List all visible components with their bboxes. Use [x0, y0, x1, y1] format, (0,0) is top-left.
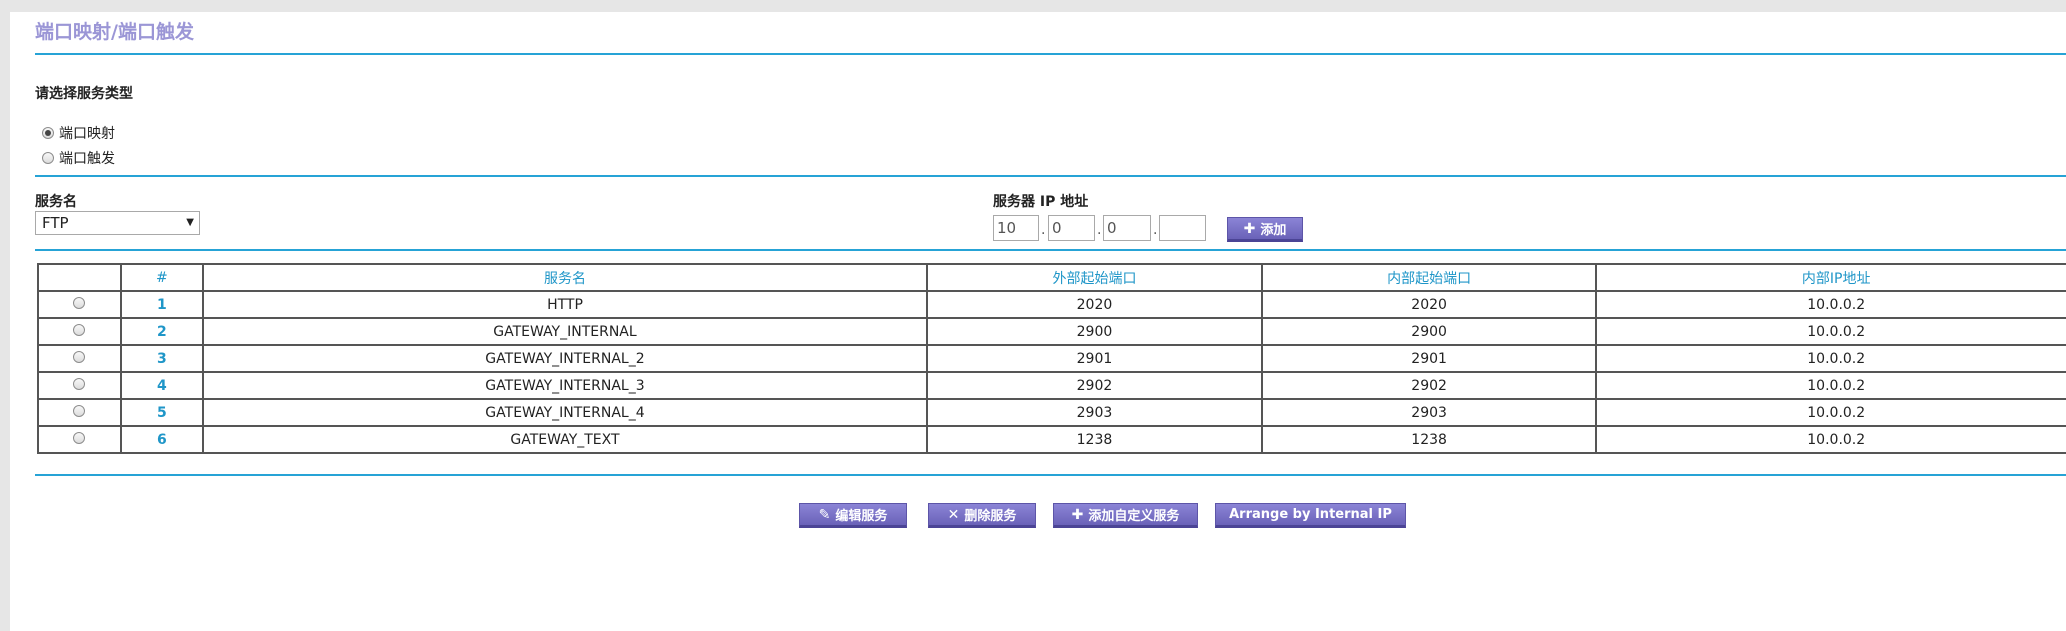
add-button[interactable]: ✚ 添加 — [1227, 217, 1303, 242]
service-name-selected-value: FTP — [42, 214, 69, 232]
row-number: 6 — [119, 425, 204, 454]
dropdown-arrow-icon: ▼ — [186, 217, 194, 228]
service-name-cell: GATEWAY_INTERNAL_2 — [201, 344, 929, 373]
row-number: 2 — [119, 317, 204, 346]
divider — [35, 53, 2066, 55]
table-header-row: # 服务名 外部起始端口 内部起始端口 内部IP地址 — [37, 263, 2066, 292]
internal-ip-cell: 10.0.0.2 — [1595, 371, 2066, 400]
delete-service-label: 删除服务 — [964, 509, 1017, 524]
table-row: 4 GATEWAY_INTERNAL_3 2902 2902 10.0.0.2 — [37, 371, 2066, 400]
row-select-radio[interactable] — [73, 377, 86, 390]
arrange-by-internal-ip-button[interactable]: Arrange by Internal IP — [1215, 503, 1406, 528]
service-name-cell: GATEWAY_INTERNAL — [201, 317, 929, 346]
edit-service-button[interactable]: ✎ 编辑服务 — [799, 503, 907, 528]
x-icon: ✕ — [947, 506, 960, 523]
pencil-icon: ✎ — [818, 506, 831, 523]
row-select-radio[interactable] — [73, 350, 86, 363]
radio-label-port-triggering: 端口触发 — [59, 151, 115, 167]
internal-port-cell: 2901 — [1260, 344, 1598, 373]
internal-port-cell: 2902 — [1260, 371, 1598, 400]
port-forwarding-table: # 服务名 外部起始端口 内部起始端口 内部IP地址 1 HTTP 2020 2… — [37, 263, 2066, 454]
service-name-select[interactable]: FTP ▼ — [35, 211, 200, 235]
ip-octet-4-input[interactable] — [1159, 215, 1206, 241]
ip-octet-3-input[interactable]: 0 — [1103, 215, 1151, 241]
internal-ip-cell: 10.0.0.2 — [1595, 398, 2066, 427]
table-row: 3 GATEWAY_INTERNAL_2 2901 2901 10.0.0.2 — [37, 344, 2066, 373]
add-custom-service-label: 添加自定义服务 — [1088, 509, 1180, 524]
external-port-cell: 1238 — [926, 425, 1263, 454]
ip-octet-2-input[interactable]: 0 — [1048, 215, 1095, 241]
ip-separator: . — [1097, 222, 1102, 238]
row-select-cell — [37, 371, 122, 400]
ip-separator: . — [1153, 222, 1158, 238]
service-name-cell: GATEWAY_INTERNAL_3 — [201, 371, 929, 400]
column-header-select — [37, 263, 122, 292]
divider — [35, 474, 2066, 476]
row-select-cell — [37, 290, 122, 319]
window-left-margin — [0, 12, 10, 631]
internal-port-cell: 1238 — [1260, 425, 1598, 454]
radio-port-forwarding[interactable]: 端口映射 — [42, 123, 115, 143]
radio-label-port-forwarding: 端口映射 — [59, 126, 115, 142]
internal-port-cell: 2900 — [1260, 317, 1598, 346]
service-type-label: 请选择服务类型 — [35, 86, 133, 102]
column-header-internal-ip: 内部IP地址 — [1595, 263, 2066, 292]
divider — [35, 175, 2066, 177]
column-header-service-name: 服务名 — [201, 263, 929, 292]
row-select-radio[interactable] — [73, 323, 86, 336]
row-select-cell — [37, 398, 122, 427]
external-port-cell: 2900 — [926, 317, 1263, 346]
service-name-cell: GATEWAY_TEXT — [201, 425, 929, 454]
radio-port-triggering[interactable]: 端口触发 — [42, 148, 115, 168]
row-select-cell — [37, 425, 122, 454]
external-port-cell: 2020 — [926, 290, 1263, 319]
row-number: 3 — [119, 344, 204, 373]
service-name-cell: GATEWAY_INTERNAL_4 — [201, 398, 929, 427]
plus-icon: ✚ — [1243, 220, 1256, 237]
radio-button-port-triggering[interactable] — [42, 152, 54, 164]
external-port-cell: 2902 — [926, 371, 1263, 400]
row-select-radio[interactable] — [73, 431, 86, 444]
add-button-label: 添加 — [1260, 223, 1287, 238]
internal-port-cell: 2903 — [1260, 398, 1598, 427]
column-header-external-start-port: 外部起始端口 — [926, 263, 1263, 292]
divider — [35, 249, 2066, 251]
table-row: 1 HTTP 2020 2020 10.0.0.2 — [37, 290, 2066, 319]
table-row: 6 GATEWAY_TEXT 1238 1238 10.0.0.2 — [37, 425, 2066, 454]
row-number: 1 — [119, 290, 204, 319]
ip-separator: . — [1041, 222, 1046, 238]
delete-service-button[interactable]: ✕ 删除服务 — [928, 503, 1036, 528]
service-name-label: 服务名 — [35, 194, 77, 210]
table-row: 5 GATEWAY_INTERNAL_4 2903 2903 10.0.0.2 — [37, 398, 2066, 427]
table-row: 2 GATEWAY_INTERNAL 2900 2900 10.0.0.2 — [37, 317, 2066, 346]
row-number: 4 — [119, 371, 204, 400]
internal-ip-cell: 10.0.0.2 — [1595, 317, 2066, 346]
external-port-cell: 2901 — [926, 344, 1263, 373]
internal-ip-cell: 10.0.0.2 — [1595, 290, 2066, 319]
edit-service-label: 编辑服务 — [835, 509, 888, 524]
plus-icon: ✚ — [1071, 506, 1084, 523]
arrange-button-label: Arrange by Internal IP — [1229, 507, 1392, 522]
column-header-internal-start-port: 内部起始端口 — [1260, 263, 1598, 292]
window-top-bar — [0, 0, 2066, 12]
row-select-cell — [37, 317, 122, 346]
internal-port-cell: 2020 — [1260, 290, 1598, 319]
row-select-cell — [37, 344, 122, 373]
internal-ip-cell: 10.0.0.2 — [1595, 344, 2066, 373]
external-port-cell: 2903 — [926, 398, 1263, 427]
ip-octet-1-input[interactable]: 10 — [993, 215, 1039, 241]
radio-button-port-forwarding[interactable] — [42, 127, 54, 139]
row-select-radio[interactable] — [73, 296, 86, 309]
column-header-number: # — [119, 263, 204, 292]
add-custom-service-button[interactable]: ✚ 添加自定义服务 — [1053, 503, 1198, 528]
row-number: 5 — [119, 398, 204, 427]
service-name-cell: HTTP — [201, 290, 929, 319]
internal-ip-cell: 10.0.0.2 — [1595, 425, 2066, 454]
server-ip-label: 服务器 IP 地址 — [993, 194, 1089, 210]
row-select-radio[interactable] — [73, 404, 86, 417]
page-title: 端口映射/端口触发 — [35, 21, 194, 43]
